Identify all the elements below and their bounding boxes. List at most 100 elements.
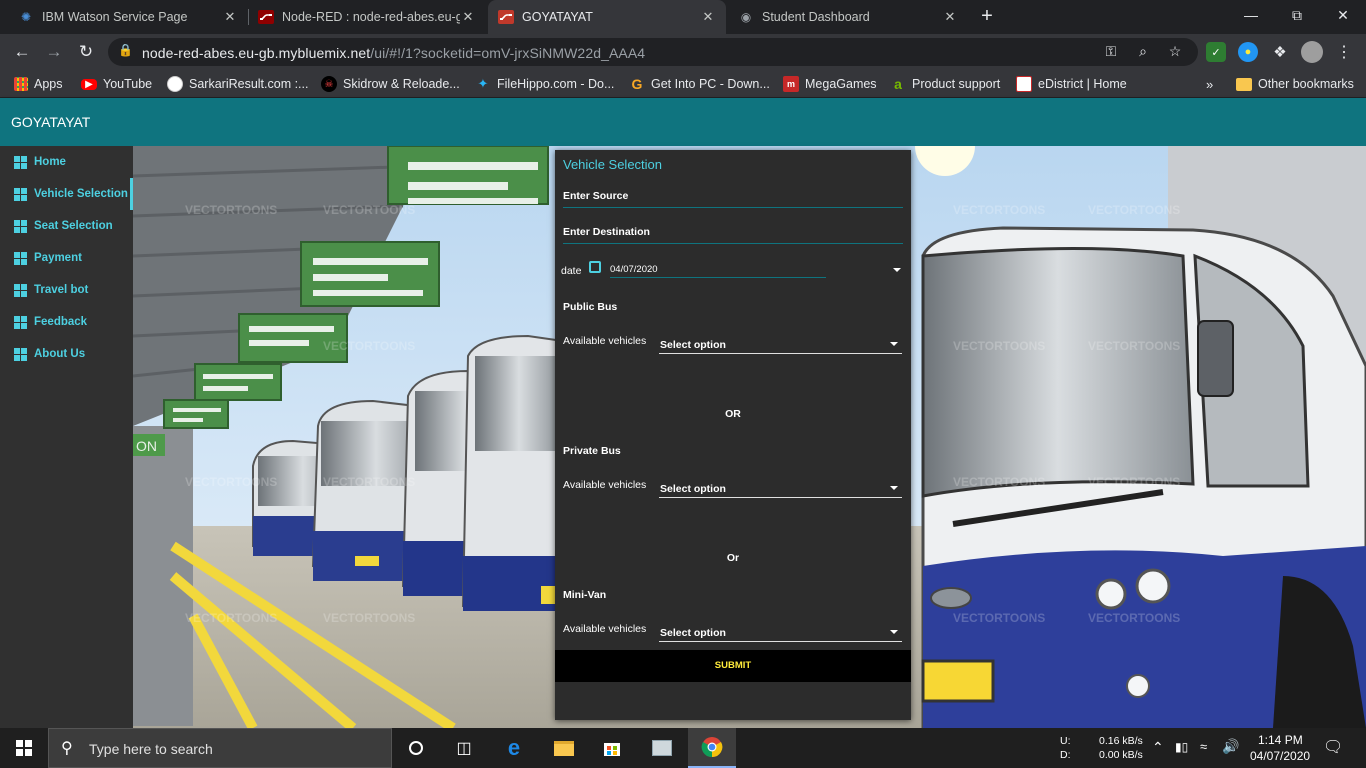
date-value: 04/07/2020 — [610, 264, 658, 275]
clock-date[interactable]: 04/07/2020 — [1250, 749, 1310, 768]
sidebar-item-feedback[interactable]: Feedback — [0, 306, 133, 338]
bookmark-skidrow[interactable]: ☠ Skidrow & Reloade... — [321, 70, 460, 98]
sidebar-item-travel-bot[interactable]: Travel bot — [0, 274, 133, 306]
mini-van-select[interactable]: Select option — [659, 620, 902, 642]
tab-student-dashboard[interactable]: ◉ Student Dashboard ✕ — [728, 0, 968, 34]
chevron-up-icon[interactable]: ⌃ — [1152, 739, 1164, 768]
zoom-icon[interactable]: ⌕ — [1134, 43, 1152, 61]
key-icon[interactable]: ⚿ — [1102, 43, 1120, 61]
bookmark-youtube[interactable]: ▶ YouTube — [81, 70, 152, 98]
sidebar-item-payment[interactable]: Payment — [0, 242, 133, 274]
watermark-text: VECTORTOONS — [1088, 611, 1180, 625]
getintopc-icon: G — [631, 76, 643, 92]
net-down-label: D: — [1060, 749, 1071, 761]
restore-button[interactable]: ⧉ — [1274, 0, 1320, 30]
menu-icon[interactable]: ⋮ — [1334, 42, 1354, 62]
sidebar-item-label: Payment — [34, 252, 82, 264]
avatar[interactable] — [1301, 41, 1323, 63]
nvidia-icon: a — [894, 76, 902, 92]
bookmark-star-icon[interactable]: ☆ — [1166, 43, 1184, 61]
available-vehicles-label: Available vehicles — [563, 335, 647, 347]
watermark-text: VECTORTOONS — [1088, 475, 1180, 489]
file-explorer-icon[interactable] — [540, 728, 588, 768]
notification-icon[interactable]: 🗨 — [1323, 737, 1343, 768]
source-field[interactable]: Enter Source — [563, 190, 903, 210]
close-window-button[interactable]: ✕ — [1320, 0, 1366, 30]
extension-icon[interactable]: ● — [1238, 42, 1258, 62]
page-content: GOYATAYAT Home Vehicle Selection Seat Se… — [0, 98, 1366, 728]
sidebar-item-label: Vehicle Selection — [34, 188, 128, 200]
close-tab-icon[interactable]: ✕ — [700, 9, 716, 25]
tab-title: IBM Watson Service Page — [42, 10, 188, 24]
vehicle-selection-card: Vehicle Selection Enter Source Enter Des… — [555, 150, 911, 720]
forward-button[interactable]: → — [42, 40, 66, 64]
cortana-icon[interactable] — [392, 728, 440, 768]
more-bookmarks-button[interactable]: » — [1206, 70, 1213, 98]
tab-goyatayat[interactable]: GOYATAYAT ✕ — [488, 0, 726, 34]
dashboard-icon — [14, 251, 27, 265]
url-text[interactable]: node-red-abes.eu-gb.mybluemix.net/ui/#!/… — [142, 45, 645, 61]
browser-tab-strip: ✺ IBM Watson Service Page ✕ Node-RED : n… — [0, 0, 1366, 34]
edge-icon[interactable]: e — [490, 728, 538, 768]
battery-icon[interactable]: ▮▯ — [1175, 740, 1188, 768]
bookmark-product-support[interactable]: a Product support — [890, 70, 1000, 98]
watermark-text: VECTORTOONS — [1088, 203, 1180, 217]
bookmark-label: Apps — [34, 77, 63, 91]
public-bus-select[interactable]: Select option — [659, 332, 902, 354]
sidebar-item-seat-selection[interactable]: Seat Selection — [0, 210, 133, 242]
private-bus-label: Private Bus — [563, 445, 621, 457]
tab-node-red[interactable]: Node-RED : node-red-abes.eu-gb ✕ — [248, 0, 486, 34]
store-icon[interactable] — [588, 728, 636, 768]
bookmark-megagames[interactable]: m MegaGames — [783, 70, 877, 98]
wifi-icon[interactable]: ≈ — [1200, 739, 1207, 768]
sidebar-item-home[interactable]: Home — [0, 146, 133, 178]
dashboard-icon — [14, 283, 27, 297]
destination-field[interactable]: Enter Destination — [563, 226, 903, 246]
edistrict-icon — [1016, 76, 1032, 92]
taskbar-search-input[interactable]: ⚲ Type here to search — [48, 728, 392, 768]
watermark-text: VECTORTOONS — [185, 203, 277, 217]
reload-button[interactable]: ↻ — [74, 40, 98, 64]
more-bookmarks-label: » — [1206, 76, 1214, 92]
close-tab-icon[interactable]: ✕ — [942, 9, 958, 25]
submit-button[interactable]: SUBMIT — [555, 650, 911, 682]
puzzle-icon[interactable]: ❖ — [1270, 42, 1290, 62]
other-bookmarks-folder[interactable]: Other bookmarks — [1236, 70, 1354, 98]
close-tab-icon[interactable]: ✕ — [222, 9, 238, 25]
folder-icon — [1236, 77, 1252, 91]
minimize-button[interactable]: — — [1228, 0, 1274, 30]
destination-underline — [563, 243, 903, 244]
sidebar-item-label: Travel bot — [34, 284, 89, 296]
bookmark-getintopc[interactable]: G Get Into PC - Down... — [629, 70, 770, 98]
bookmark-filehippo[interactable]: ✦ FileHippo.com - Do... — [475, 70, 615, 98]
address-bar[interactable]: 🔒 node-red-abes.eu-gb.mybluemix.net/ui/#… — [108, 38, 1198, 66]
sidebar-item-vehicle-selection[interactable]: Vehicle Selection — [0, 178, 133, 210]
shield-extension-icon[interactable]: ✓ — [1206, 42, 1226, 62]
available-vehicles-label: Available vehicles — [563, 479, 647, 491]
back-button[interactable]: ← — [10, 40, 34, 64]
task-view-icon[interactable]: ◫ — [440, 728, 488, 768]
volume-icon[interactable]: 🔊 — [1222, 738, 1239, 768]
chrome-taskbar-icon[interactable] — [688, 728, 736, 768]
select-value: Select option — [660, 339, 726, 351]
date-picker[interactable]: 04/07/2020 — [610, 258, 826, 278]
close-tab-icon[interactable]: ✕ — [460, 9, 476, 25]
watermark-text: VECTORTOONS — [185, 475, 277, 489]
dashboard-icon — [14, 155, 27, 169]
dashboard-icon — [14, 187, 27, 201]
bookmark-apps[interactable]: Apps — [14, 70, 63, 98]
sidebar-item-label: About Us — [34, 348, 86, 360]
photos-app-icon[interactable] — [638, 728, 686, 768]
sidebar-item-about-us[interactable]: About Us — [0, 338, 133, 370]
new-tab-button[interactable]: + — [976, 5, 998, 29]
private-bus-select[interactable]: Select option — [659, 476, 902, 498]
windows-start-icon[interactable] — [0, 728, 48, 768]
calendar-icon[interactable] — [589, 261, 601, 273]
bookmark-edistrict[interactable]: eDistrict | Home — [1016, 70, 1127, 98]
node-red-icon — [498, 9, 514, 25]
url-host: node-red-abes.eu-gb.mybluemix.net — [142, 45, 371, 61]
bookmark-sarkariresult[interactable]: SarkariResult.com :... — [167, 70, 308, 98]
tab-ibm-watson[interactable]: ✺ IBM Watson Service Page ✕ — [8, 0, 248, 34]
watermark-text: VECTORTOONS — [1088, 339, 1180, 353]
chevron-down-icon[interactable] — [893, 268, 901, 272]
